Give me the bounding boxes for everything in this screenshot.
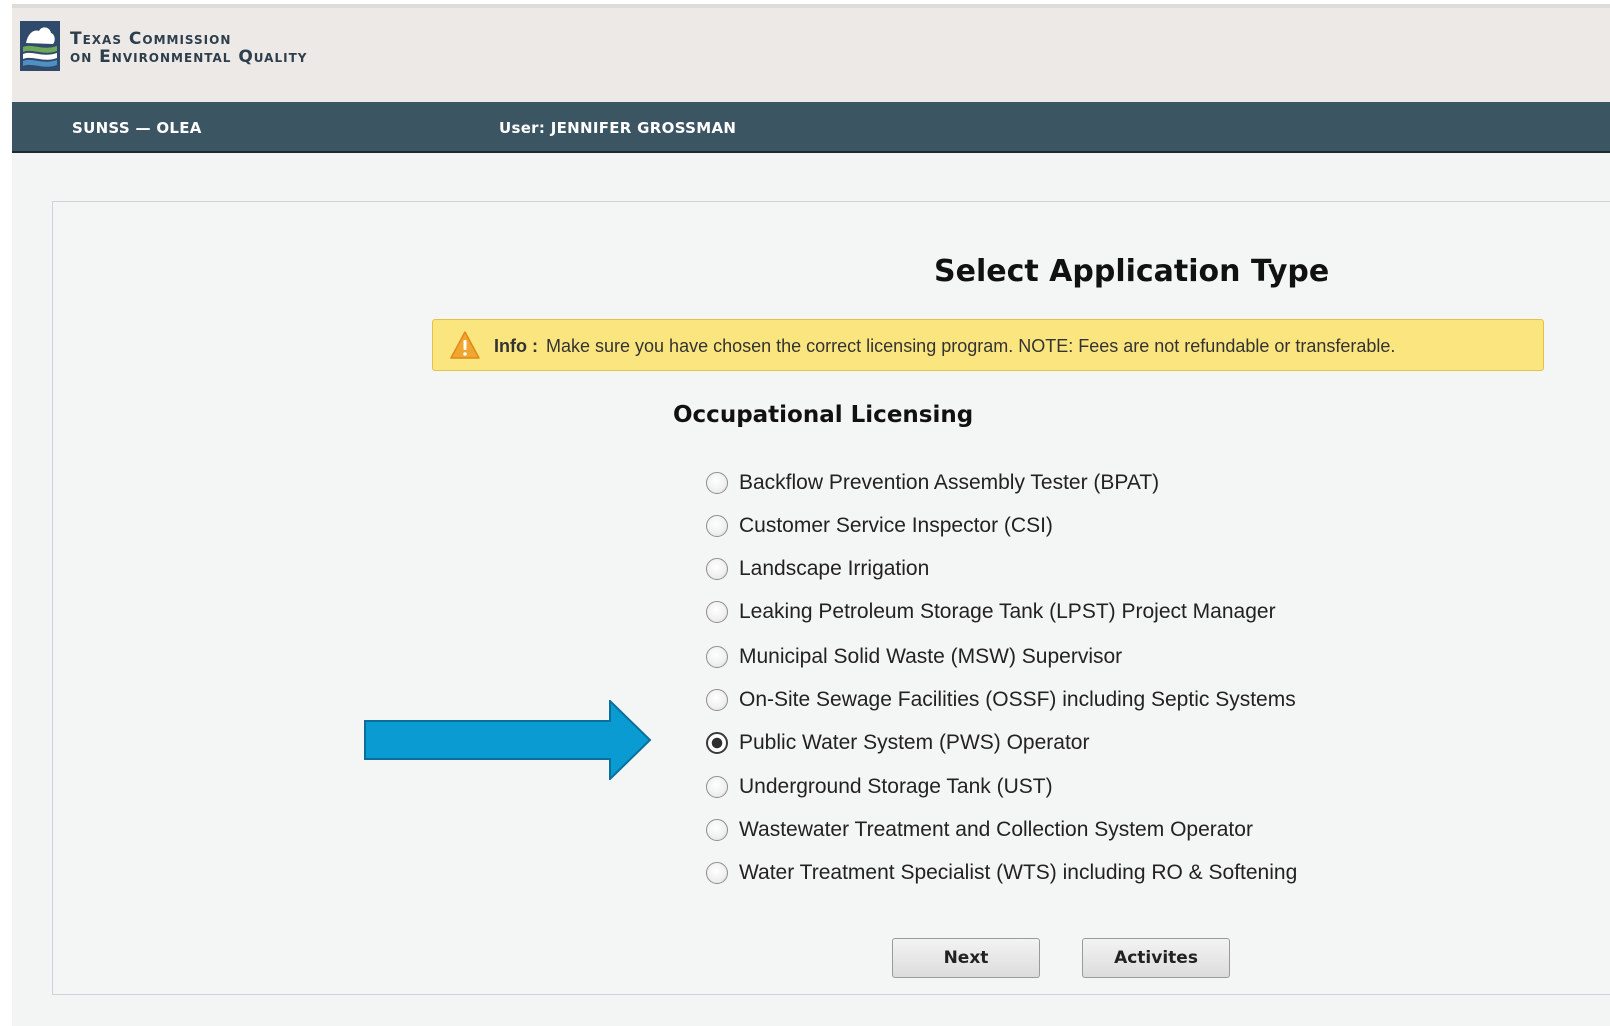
option-bpat[interactable]: Backflow Prevention Assembly Tester (BPA… — [706, 466, 1159, 500]
app-name[interactable]: SUNSS — OLEA — [72, 119, 202, 137]
agency-name: Texas Commission on Environmental Qualit… — [70, 30, 307, 66]
user-name: User: JENNIFER GROSSMAN — [499, 119, 737, 137]
option-lpst[interactable]: Leaking Petroleum Storage Tank (LPST) Pr… — [706, 595, 1276, 629]
navbar: SUNSS — OLEA User: JENNIFER GROSSMAN — [12, 102, 1610, 153]
radio-button[interactable] — [706, 776, 728, 798]
option-wastewater[interactable]: Wastewater Treatment and Collection Syst… — [706, 813, 1253, 847]
option-msw[interactable]: Municipal Solid Waste (MSW) Supervisor — [706, 640, 1122, 674]
option-label: Public Water System (PWS) Operator — [739, 731, 1090, 754]
info-banner: Info : Make sure you have chosen the cor… — [432, 319, 1544, 371]
radio-button[interactable] — [706, 472, 728, 494]
info-text: Make sure you have chosen the correct li… — [546, 336, 1396, 356]
option-label: Underground Storage Tank (UST) — [739, 775, 1053, 798]
radio-button[interactable] — [706, 689, 728, 711]
option-label: Municipal Solid Waste (MSW) Supervisor — [739, 645, 1123, 668]
section-title: Occupational Licensing — [673, 402, 974, 428]
radio-button[interactable] — [706, 819, 728, 841]
radio-button[interactable] — [706, 558, 728, 580]
radio-button-selected[interactable] — [706, 732, 728, 754]
warning-icon — [450, 331, 480, 359]
radio-button[interactable] — [706, 862, 728, 884]
activities-button[interactable]: Activites — [1082, 938, 1230, 978]
radio-button[interactable] — [706, 646, 728, 668]
arrow-pointer-icon — [364, 700, 652, 780]
option-label: On-Site Sewage Facilities (OSSF) includi… — [739, 688, 1296, 711]
next-button[interactable]: Next — [892, 938, 1040, 978]
option-pws[interactable]: Public Water System (PWS) Operator — [706, 726, 1089, 760]
option-ossf[interactable]: On-Site Sewage Facilities (OSSF) includi… — [706, 683, 1296, 717]
agency-name-line2: on Environmental Quality — [70, 47, 308, 67]
tceq-logo-icon — [20, 21, 60, 71]
option-wts[interactable]: Water Treatment Specialist (WTS) includi… — [706, 856, 1297, 890]
agency-name-line1: Texas Commission — [70, 29, 232, 49]
header: Texas Commission on Environmental Qualit… — [12, 8, 1610, 102]
option-label: Leaking Petroleum Storage Tank (LPST) Pr… — [739, 600, 1276, 623]
info-label: Info : — [494, 336, 538, 356]
option-landscape-irrigation[interactable]: Landscape Irrigation — [706, 552, 929, 586]
option-label: Landscape Irrigation — [739, 557, 930, 580]
page-title: Select Application Type — [934, 254, 1330, 289]
option-ust[interactable]: Underground Storage Tank (UST) — [706, 770, 1053, 804]
radio-button[interactable] — [706, 515, 728, 537]
option-label: Wastewater Treatment and Collection Syst… — [739, 818, 1253, 841]
option-label: Customer Service Inspector (CSI) — [739, 514, 1053, 537]
option-label: Water Treatment Specialist (WTS) includi… — [739, 861, 1298, 884]
radio-button[interactable] — [706, 601, 728, 623]
option-csi[interactable]: Customer Service Inspector (CSI) — [706, 509, 1053, 543]
option-label: Backflow Prevention Assembly Tester (BPA… — [739, 471, 1160, 494]
